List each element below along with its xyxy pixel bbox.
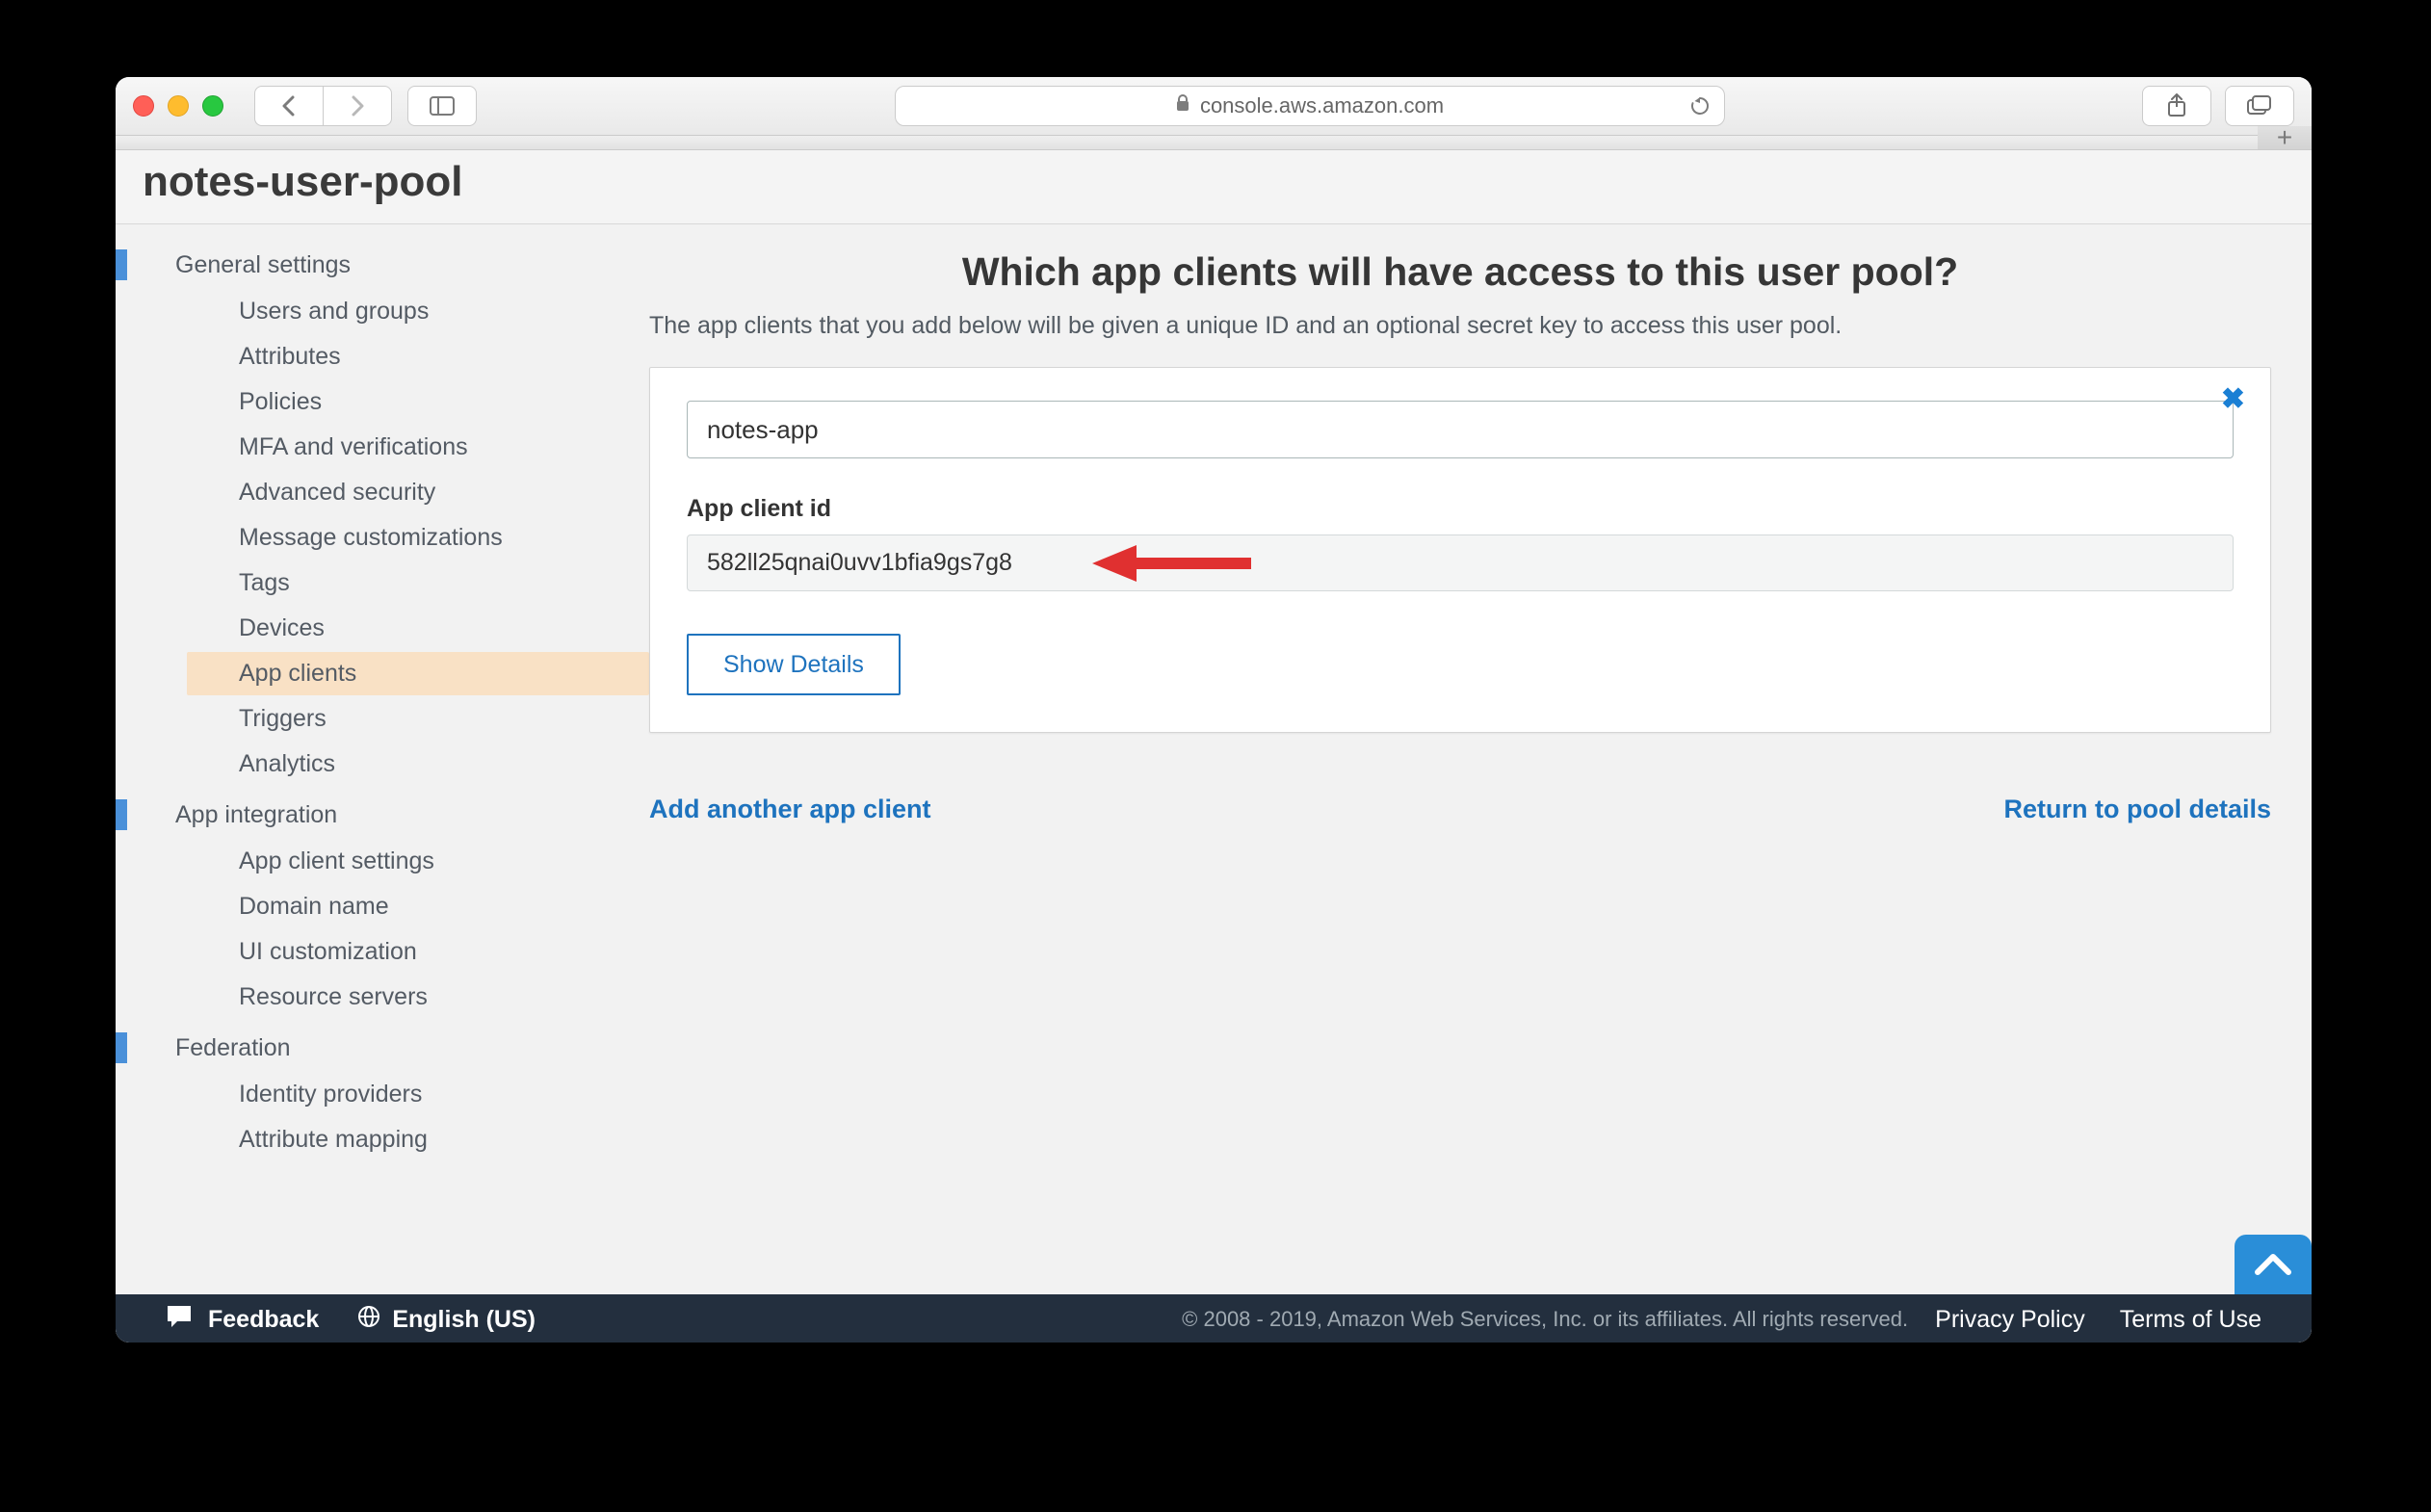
- main-panel: Which app clients will have access to th…: [649, 224, 2312, 1294]
- lock-icon: [1175, 93, 1190, 118]
- app-client-card: ✖ App client id 582ll25qnai0uvv1bfia9gs7…: [649, 367, 2271, 733]
- feedback-link[interactable]: Feedback: [208, 1306, 319, 1334]
- sidebar-nav: General settings Users and groups Attrib…: [116, 224, 649, 1294]
- remove-app-client-button[interactable]: ✖: [2221, 385, 2245, 414]
- app-client-name-input[interactable]: [687, 401, 2234, 458]
- app-client-id-value: 582ll25qnai0uvv1bfia9gs7g8: [687, 534, 2234, 591]
- scroll-to-top-button[interactable]: [2235, 1235, 2312, 1294]
- sidebar-accent-bar: [116, 1032, 127, 1063]
- sidebar-toggle-button[interactable]: [407, 86, 477, 126]
- sidebar-accent-bar: [116, 249, 127, 280]
- nav-forward-button[interactable]: [323, 86, 392, 126]
- sidebar-item-app-client-settings[interactable]: App client settings: [187, 840, 649, 883]
- sidebar-item-tags[interactable]: Tags: [187, 561, 649, 605]
- reload-icon[interactable]: [1689, 95, 1711, 117]
- sidebar-item-domain-name[interactable]: Domain name: [187, 885, 649, 928]
- sidebar-item-attributes[interactable]: Attributes: [187, 335, 649, 378]
- nav-back-button[interactable]: [254, 86, 323, 126]
- sidebar-item-users-and-groups[interactable]: Users and groups: [187, 290, 649, 333]
- feedback-icon: [166, 1304, 193, 1336]
- show-details-button[interactable]: Show Details: [687, 634, 901, 695]
- show-tabs-button[interactable]: [2225, 86, 2294, 126]
- browser-toolbar: console.aws.amazon.com: [116, 77, 2312, 136]
- sidebar-heading-general-settings[interactable]: General settings: [116, 242, 649, 288]
- sidebar-item-ui-customization[interactable]: UI customization: [187, 930, 649, 974]
- fullscreen-window-button[interactable]: [202, 95, 223, 117]
- add-another-app-client-link[interactable]: Add another app client: [649, 795, 931, 824]
- main-description: The app clients that you add below will …: [649, 312, 2271, 340]
- minimize-window-button[interactable]: [168, 95, 189, 117]
- main-heading: Which app clients will have access to th…: [649, 249, 2271, 295]
- language-selector[interactable]: English (US): [392, 1306, 536, 1334]
- pool-header: notes-user-pool: [116, 150, 2312, 224]
- url-host-text: console.aws.amazon.com: [1200, 93, 1444, 118]
- sidebar-section-federation: Federation Identity providers Attribute …: [116, 1025, 649, 1161]
- terms-of-use-link[interactable]: Terms of Use: [2120, 1306, 2261, 1334]
- sidebar-item-triggers[interactable]: Triggers: [187, 697, 649, 741]
- page-footer: Feedback English (US) © 2008 - 2019, Ama…: [116, 1294, 2312, 1343]
- sidebar-section-general-settings: General settings Users and groups Attrib…: [116, 242, 649, 786]
- url-address-field[interactable]: console.aws.amazon.com: [895, 86, 1725, 126]
- sidebar-item-attribute-mapping[interactable]: Attribute mapping: [187, 1118, 649, 1161]
- sidebar-heading-federation[interactable]: Federation: [116, 1025, 649, 1071]
- sidebar-item-policies[interactable]: Policies: [187, 380, 649, 424]
- traffic-lights: [133, 95, 223, 117]
- sidebar-item-mfa-and-verifications[interactable]: MFA and verifications: [187, 426, 649, 469]
- annotation-arrow-icon: [1092, 539, 1256, 587]
- sidebar-item-identity-providers[interactable]: Identity providers: [187, 1073, 649, 1116]
- footer-copyright: © 2008 - 2019, Amazon Web Services, Inc.…: [562, 1307, 1908, 1332]
- privacy-policy-link[interactable]: Privacy Policy: [1935, 1306, 2085, 1334]
- sidebar-accent-bar: [116, 799, 127, 830]
- pool-title: notes-user-pool: [143, 158, 2285, 206]
- sidebar-item-message-customizations[interactable]: Message customizations: [187, 516, 649, 560]
- close-window-button[interactable]: [133, 95, 154, 117]
- share-button[interactable]: [2142, 86, 2211, 126]
- sidebar-section-app-integration: App integration App client settings Doma…: [116, 792, 649, 1019]
- sidebar-heading-app-integration[interactable]: App integration: [116, 792, 649, 838]
- bottom-links-row: Add another app client Return to pool de…: [649, 795, 2271, 824]
- app-client-id-label: App client id: [687, 495, 2234, 523]
- safari-window: console.aws.amazon.com + notes-user-pool: [116, 77, 2312, 1343]
- sidebar-item-analytics[interactable]: Analytics: [187, 743, 649, 786]
- return-to-pool-details-link[interactable]: Return to pool details: [2003, 795, 2271, 824]
- tab-bar: +: [116, 136, 2312, 150]
- new-tab-button[interactable]: +: [2258, 126, 2312, 149]
- sidebar-item-devices[interactable]: Devices: [187, 607, 649, 650]
- sidebar-item-advanced-security[interactable]: Advanced security: [187, 471, 649, 514]
- sidebar-item-app-clients[interactable]: App clients: [187, 652, 649, 695]
- page-content: notes-user-pool General settings Users a…: [116, 150, 2312, 1343]
- globe-icon: [357, 1305, 380, 1335]
- sidebar-item-resource-servers[interactable]: Resource servers: [187, 976, 649, 1019]
